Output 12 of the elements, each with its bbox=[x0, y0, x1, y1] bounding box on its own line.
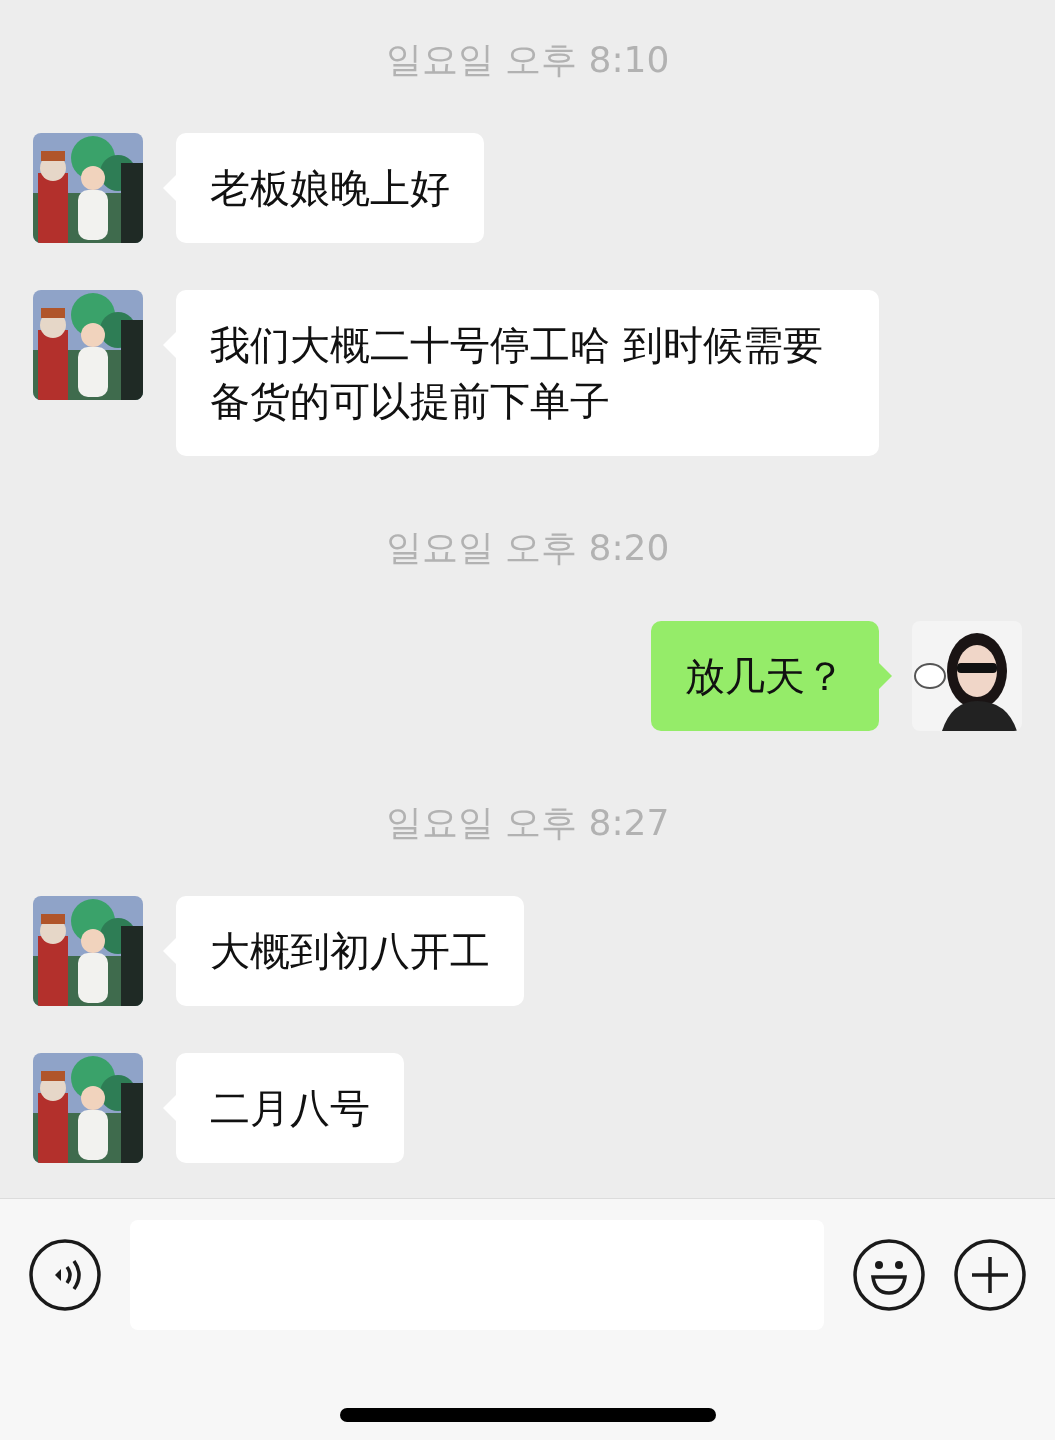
message-bubble[interactable]: 老板娘晚上好 bbox=[176, 133, 484, 243]
bubble-tail bbox=[879, 663, 892, 689]
timestamp: 일요일 오후 8:10 bbox=[384, 38, 671, 82]
message-bubble[interactable]: 大概到初八开工 bbox=[176, 896, 524, 1006]
plus-icon[interactable] bbox=[954, 1239, 1026, 1311]
timestamp: 일요일 오후 8:20 bbox=[384, 526, 671, 570]
message-bubble[interactable]: 二月八号 bbox=[176, 1053, 404, 1163]
message-bubble[interactable]: 放几天？ bbox=[651, 621, 879, 731]
voice-icon[interactable] bbox=[29, 1239, 101, 1311]
timestamp: 일요일 오후 8:27 bbox=[384, 801, 671, 845]
smiley-icon[interactable] bbox=[853, 1239, 925, 1311]
message-bubble[interactable]: 我们大概二十号停工哈 到时候需要备货的可以提前下单子 bbox=[176, 290, 879, 456]
